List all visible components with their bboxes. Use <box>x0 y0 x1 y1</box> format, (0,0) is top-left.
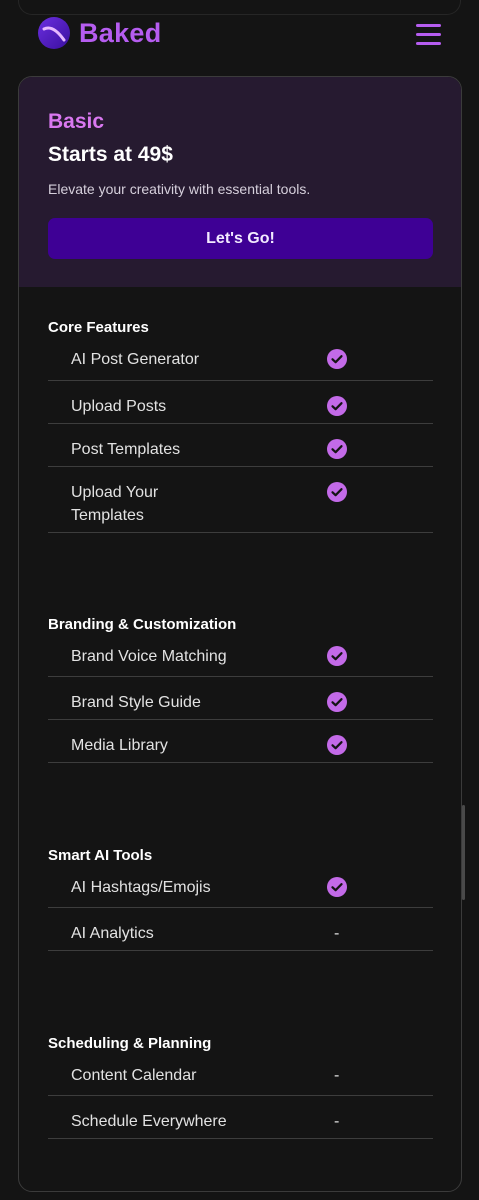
feature-label: AI Hashtags/Emojis <box>71 879 211 896</box>
not-included-dash: - <box>334 925 340 942</box>
check-icon <box>327 646 347 666</box>
feature-row: Schedule Everywhere - <box>48 1096 433 1139</box>
hamburger-menu-button[interactable] <box>412 22 444 46</box>
feature-label: Upload Your Templates <box>71 484 159 524</box>
feature-label: Post Templates <box>71 441 181 458</box>
not-included-dash: - <box>334 1113 340 1130</box>
pricing-card: Basic Starts at 49$ Elevate your creativ… <box>18 76 462 1192</box>
not-included-dash: - <box>334 1067 340 1084</box>
feature-label: AI Post Generator <box>71 351 200 368</box>
feature-label: AI Analytics <box>71 925 154 942</box>
check-icon <box>327 482 347 502</box>
feature-row: AI Post Generator <box>48 340 433 381</box>
section-smart-ai-tools: Smart AI Tools AI Hashtags/Emojis AI Ana… <box>48 847 433 951</box>
menu-icon-bar <box>416 33 441 36</box>
feature-row: Brand Style Guide <box>48 677 433 720</box>
check-icon <box>327 692 347 712</box>
lets-go-button[interactable]: Let's Go! <box>48 218 433 259</box>
feature-row: Content Calendar - <box>48 1056 433 1096</box>
check-icon <box>327 735 347 755</box>
feature-row: Brand Voice Matching <box>48 637 433 677</box>
site-header: Baked <box>0 0 479 70</box>
feature-row: AI Hashtags/Emojis <box>48 868 433 908</box>
check-icon <box>327 396 347 416</box>
section-title: Core Features <box>48 319 149 336</box>
plan-header: Basic Starts at 49$ Elevate your creativ… <box>19 77 461 287</box>
feature-row: Media Library <box>48 720 433 763</box>
brand-logo[interactable]: Baked <box>37 16 162 50</box>
feature-row: Upload Posts <box>48 381 433 424</box>
section-core-features: Core Features AI Post Generator Upload P… <box>48 319 433 533</box>
feature-label: Brand Voice Matching <box>71 648 227 665</box>
feature-row: Post Templates <box>48 424 433 467</box>
menu-icon-bar <box>416 24 441 27</box>
section-title: Smart AI Tools <box>48 847 153 864</box>
menu-icon-bar <box>416 42 441 45</box>
header-edge <box>18 0 461 15</box>
feature-label: Media Library <box>71 737 168 754</box>
feature-row: Upload Your Templates <box>48 467 433 533</box>
check-icon <box>327 439 347 459</box>
check-icon <box>327 349 347 369</box>
plan-description: Elevate your creativity with essential t… <box>48 181 311 197</box>
section-scheduling-planning: Scheduling & Planning Content Calendar -… <box>48 1035 433 1139</box>
feature-label: Schedule Everywhere <box>71 1113 227 1130</box>
feature-row: AI Analytics - <box>48 908 433 951</box>
brand-name: Baked <box>79 17 162 48</box>
plan-price: Starts at 49$ <box>48 143 173 166</box>
section-title: Scheduling & Planning <box>48 1035 212 1052</box>
check-icon <box>327 877 347 897</box>
logo-icon <box>38 17 70 49</box>
plan-name: Basic <box>48 110 105 133</box>
scrollbar[interactable] <box>462 805 465 900</box>
feature-label: Content Calendar <box>71 1067 197 1084</box>
feature-label: Brand Style Guide <box>71 694 201 711</box>
section-title: Branding & Customization <box>48 616 237 633</box>
section-branding-customization: Branding & Customization Brand Voice Mat… <box>48 616 433 763</box>
feature-label: Upload Posts <box>71 398 167 415</box>
